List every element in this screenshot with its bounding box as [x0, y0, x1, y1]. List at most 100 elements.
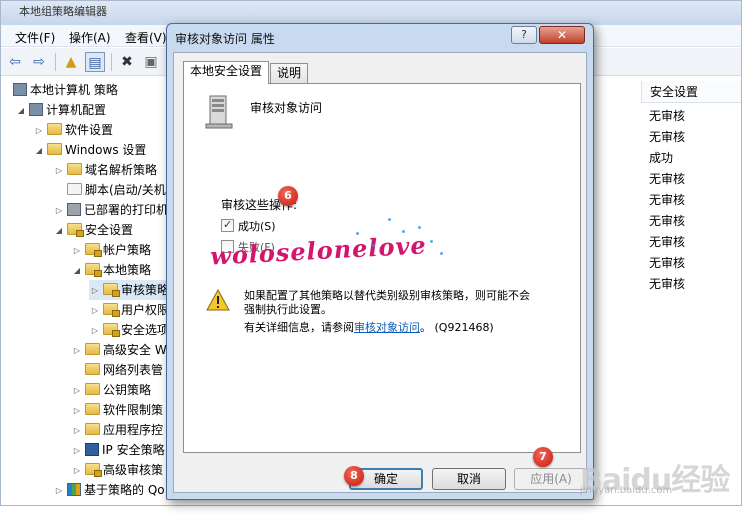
- forward-arrow-icon[interactable]: ⇨: [29, 52, 49, 72]
- background-title-bar: 本地组策略编辑器: [1, 1, 741, 25]
- warning-icon: [206, 289, 230, 311]
- column-header-security-setting[interactable]: 安全设置: [641, 81, 741, 103]
- folder-icon: [47, 143, 62, 155]
- dialog-body: 本地安全设置 说明 审核对象访问 审核这些操作: 成功(S) 失败(F): [173, 52, 588, 493]
- tree-item-security-settings[interactable]: ◢ 安全设置: [53, 220, 133, 240]
- tab-local-security-setting[interactable]: 本地安全设置: [183, 61, 270, 84]
- tree-item-ip-security[interactable]: ▷ IP 安全策略: [71, 440, 165, 460]
- warning-line-1: 如果配置了其他策略以替代类别级别审核策略，则可能不会: [244, 289, 530, 302]
- collapsed-arrow-icon[interactable]: ▷: [33, 121, 45, 141]
- back-arrow-icon[interactable]: ⇦: [5, 52, 25, 72]
- sparkle-decoration: [440, 252, 443, 255]
- list-item-value[interactable]: 无审核: [649, 190, 685, 210]
- folder-icon: [85, 363, 100, 375]
- up-folder-icon[interactable]: ▲: [61, 52, 81, 72]
- tree-item-advanced-security[interactable]: ▷ 高级安全 W: [71, 340, 167, 360]
- tree-item-local-computer-policy[interactable]: 本地计算机 策略: [11, 80, 118, 100]
- list-item-value[interactable]: 无审核: [649, 106, 685, 126]
- tree-item-local-policies[interactable]: ◢ 本地策略: [71, 260, 151, 280]
- ip-security-icon: [85, 443, 99, 456]
- expanded-arrow-icon[interactable]: ◢: [71, 261, 83, 281]
- tree-item-audit-policy[interactable]: ▷ 审核策略: [89, 280, 170, 301]
- collapsed-arrow-icon[interactable]: ▷: [53, 161, 65, 181]
- folder-icon: [85, 383, 100, 395]
- success-checkbox[interactable]: [221, 217, 234, 233]
- tree-item-policy-based-qos[interactable]: ▷ 基于策略的 Qo: [53, 480, 165, 500]
- tree-item-computer-configuration[interactable]: ◢ 计算机配置: [15, 100, 106, 120]
- folder-icon: [85, 403, 100, 415]
- expanded-arrow-icon[interactable]: ◢: [33, 141, 45, 161]
- sparkle-decoration: [402, 230, 405, 233]
- folder-icon: [67, 163, 82, 175]
- list-item-value[interactable]: 无审核: [649, 169, 685, 189]
- cancel-button[interactable]: 取消: [432, 468, 506, 490]
- menu-file[interactable]: 文件(F): [15, 29, 55, 46]
- collapsed-arrow-icon[interactable]: ▷: [89, 301, 101, 321]
- toolbar-separator: [55, 53, 56, 71]
- tree-item-user-rights[interactable]: ▷ 用户权限: [89, 300, 169, 320]
- tree-item-advanced-audit[interactable]: ▷ 高级审核策: [71, 460, 163, 480]
- tree-item-network-list[interactable]: 网络列表管: [71, 360, 163, 380]
- tree-item-software-settings[interactable]: ▷ 软件设置: [33, 120, 113, 140]
- list-item-value[interactable]: 无审核: [649, 211, 685, 231]
- tree-item-public-key-policies[interactable]: ▷ 公钥策略: [71, 380, 151, 400]
- collapsed-arrow-icon[interactable]: ▷: [89, 321, 101, 341]
- menu-action[interactable]: 操作(A): [69, 29, 111, 46]
- folder-lock-icon: [103, 283, 120, 297]
- sparkle-decoration: [418, 226, 421, 229]
- tree-item-security-options[interactable]: ▷ 安全选项: [89, 320, 169, 340]
- folder-lock-icon: [85, 243, 102, 257]
- tree-item-deployed-printers[interactable]: ▷ 已部署的打印机: [53, 200, 168, 220]
- collapsed-arrow-icon[interactable]: ▷: [71, 461, 83, 481]
- tab-explain[interactable]: 说明: [270, 63, 309, 83]
- step-badge-7: 7: [533, 447, 553, 467]
- collapsed-arrow-icon[interactable]: ▷: [53, 201, 65, 221]
- collapsed-arrow-icon[interactable]: ▷: [71, 401, 83, 421]
- step-badge-6: 6: [278, 186, 298, 206]
- folder-lock-icon: [103, 323, 120, 337]
- collapsed-arrow-icon[interactable]: ▷: [53, 481, 65, 501]
- show-hide-tree-icon[interactable]: ▤: [85, 52, 105, 72]
- tree-item-windows-settings[interactable]: ◢ Windows 设置: [33, 140, 146, 160]
- computer-icon: [29, 103, 43, 116]
- folder-icon: [85, 343, 100, 355]
- chart-icon: [67, 483, 81, 496]
- list-item-value[interactable]: 无审核: [649, 127, 685, 147]
- tree-item-application-control[interactable]: ▷ 应用程序控: [71, 420, 163, 440]
- list-item-value[interactable]: 成功: [649, 148, 673, 168]
- properties-icon[interactable]: ▣: [141, 52, 161, 72]
- collapsed-arrow-icon[interactable]: ▷: [71, 241, 83, 261]
- tree-item-name-resolution-policy[interactable]: ▷ 域名解析策略: [53, 160, 157, 180]
- background-title: 本地组策略编辑器: [19, 5, 107, 18]
- audit-object-access-link[interactable]: 审核对象访问: [354, 321, 420, 334]
- list-item-value[interactable]: 无审核: [649, 253, 685, 273]
- list-item-value[interactable]: 无审核: [649, 274, 685, 294]
- menu-view[interactable]: 查看(V): [125, 29, 167, 46]
- delete-icon[interactable]: ✖: [117, 52, 137, 72]
- folder-lock-icon: [103, 303, 120, 317]
- close-button[interactable]: ✕: [539, 26, 585, 44]
- dialog-title: 审核对象访问 属性: [175, 32, 275, 46]
- warning-line-2: 强制执行此设置。: [244, 303, 332, 316]
- help-button[interactable]: ?: [511, 26, 537, 44]
- expanded-arrow-icon[interactable]: ◢: [53, 221, 65, 241]
- folder-icon: [47, 123, 62, 135]
- success-checkbox-row[interactable]: 成功(S): [221, 217, 276, 235]
- expanded-arrow-icon[interactable]: ◢: [15, 101, 27, 121]
- tree-item-account-policies[interactable]: ▷ 帐户策略: [71, 240, 151, 260]
- step-badge-8: 8: [344, 466, 364, 486]
- policy-settings-list: 安全设置 无审核 无审核 成功 无审核 无审核 无审核 无审核 无审核 无审核: [641, 78, 741, 505]
- tree-item-scripts[interactable]: 脚本(启动/关机: [53, 180, 166, 200]
- collapsed-arrow-icon[interactable]: ▷: [89, 281, 101, 301]
- collapsed-arrow-icon[interactable]: ▷: [71, 341, 83, 361]
- toolbar-separator: [111, 53, 112, 71]
- collapsed-arrow-icon[interactable]: ▷: [71, 381, 83, 401]
- info-prefix: 有关详细信息，请参阅: [244, 321, 354, 334]
- collapsed-arrow-icon[interactable]: ▷: [71, 421, 83, 441]
- policy-name: 审核对象访问: [250, 101, 323, 115]
- sparkle-decoration: [430, 240, 433, 243]
- collapsed-arrow-icon[interactable]: ▷: [71, 441, 83, 461]
- apply-button[interactable]: 应用(A): [514, 468, 588, 490]
- tree-item-software-restriction[interactable]: ▷ 软件限制策: [71, 400, 163, 420]
- list-item-value[interactable]: 无审核: [649, 232, 685, 252]
